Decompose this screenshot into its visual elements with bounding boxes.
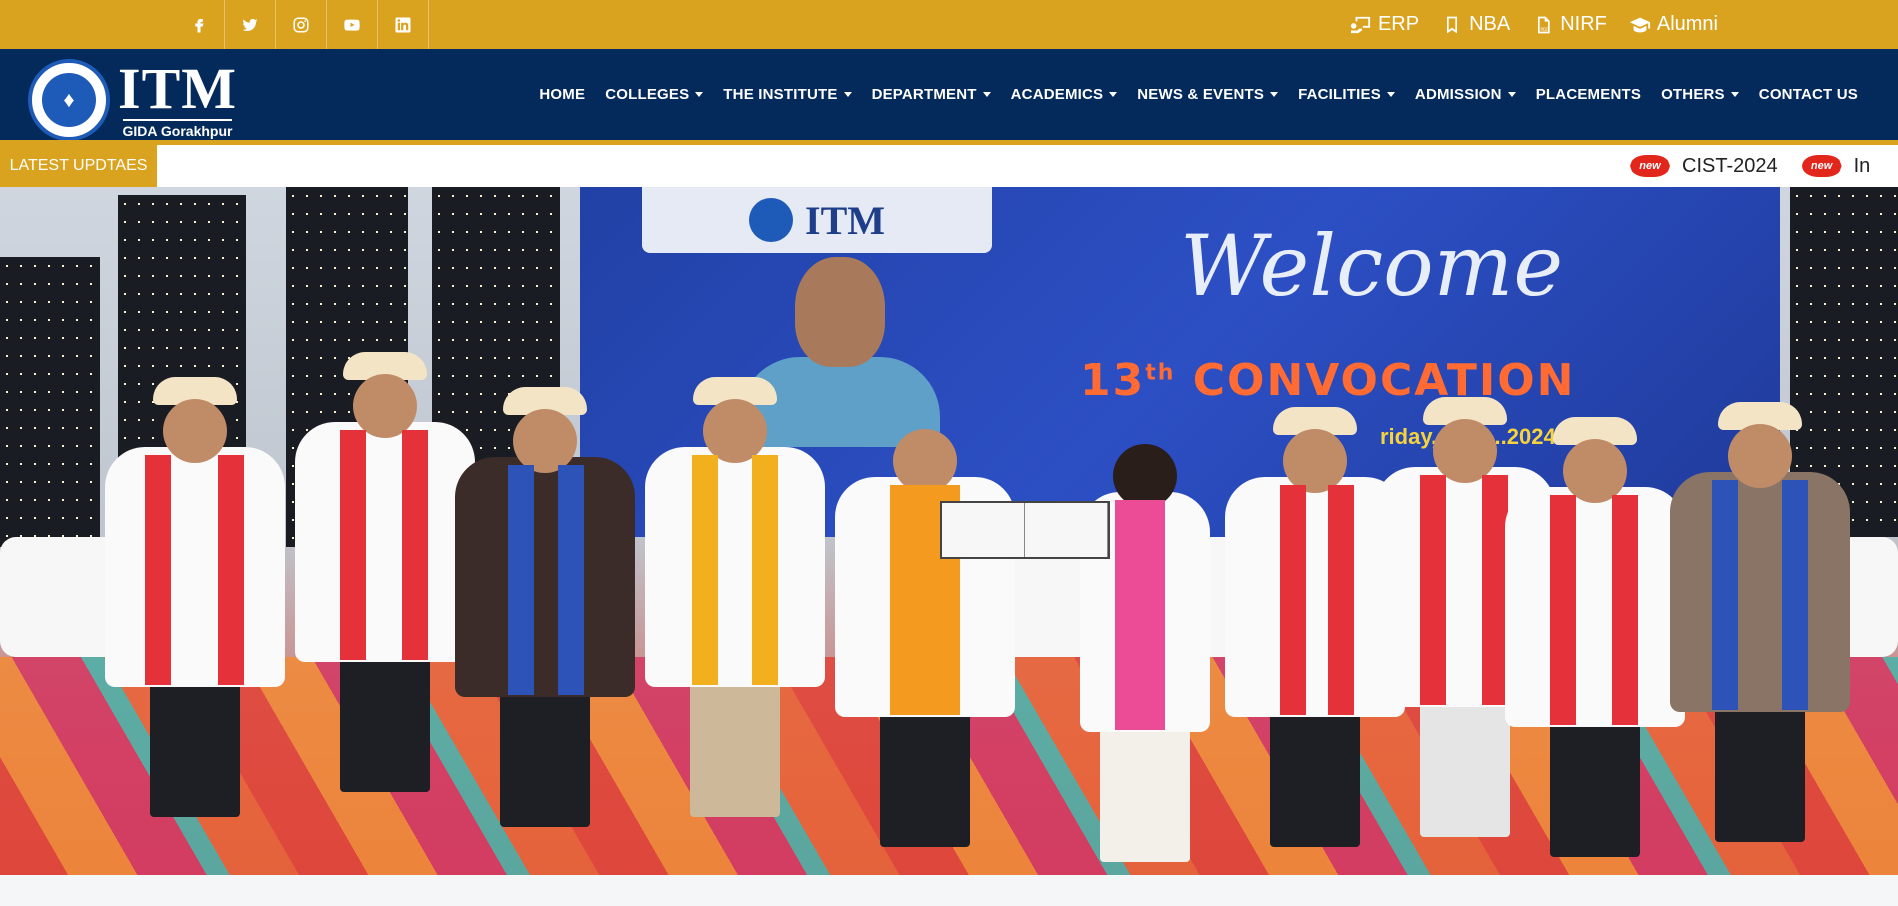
menu-others[interactable]: OTHERS: [1661, 86, 1739, 103]
site-logo[interactable]: ♦ ITM GIDA Gorakhpur: [28, 59, 237, 141]
menu-department[interactable]: DEPARTMENT: [872, 86, 991, 103]
menu-placements[interactable]: PLACEMENTS: [1536, 86, 1641, 103]
nirf-label: NIRF: [1560, 13, 1607, 35]
caret-down-icon: [1507, 92, 1516, 97]
nba-label: NBA: [1469, 13, 1511, 35]
menu-admission-label: ADMISSION: [1414, 86, 1502, 103]
graduate: [1070, 422, 1220, 862]
graduation-cap-icon: [1629, 17, 1650, 32]
dignitary: [450, 387, 640, 827]
caret-down-icon: [1730, 92, 1739, 97]
dignitary: [1660, 402, 1860, 842]
menu-colleges[interactable]: COLLEGES: [605, 86, 704, 103]
menu-department-label: DEPARTMENT: [871, 86, 977, 103]
page-background: [0, 875, 1898, 906]
caret-down-icon: [982, 92, 991, 97]
linkedin-link[interactable]: [378, 0, 429, 49]
social-links: [174, 0, 429, 49]
screen-brand: ITM: [805, 197, 885, 243]
hero-banner: ITM Welcome 13th CONVOCATION riday, ...r…: [0, 187, 1898, 875]
brand-name: ITM: [118, 56, 237, 121]
menu-colleges-label: COLLEGES: [605, 86, 690, 103]
twitter-link[interactable]: [225, 0, 276, 49]
erp-link[interactable]: ERP: [1350, 13, 1419, 36]
menu-academics-label: ACADEMICS: [1010, 86, 1104, 103]
main-navbar: ♦ ITM GIDA Gorakhpur HOME COLLEGES THE I…: [0, 49, 1898, 145]
dignitary: [640, 377, 830, 817]
menu-facilities[interactable]: FACILITIES: [1298, 86, 1395, 103]
primary-menu: HOME COLLEGES THE INSTITUTE DEPARTMENT A…: [539, 49, 1858, 140]
dignitary: [100, 377, 290, 817]
nba-link[interactable]: NBA: [1441, 13, 1510, 36]
dignitary: [830, 407, 1020, 847]
caret-down-icon: [695, 92, 704, 97]
caret-down-icon: [1109, 92, 1118, 97]
menu-home-label: HOME: [539, 86, 586, 103]
top-bar: ERP NBA PDF NIRF Alumni: [0, 0, 1898, 49]
ticker-items: new CIST-2024 new In: [1630, 145, 1870, 187]
ticker-item[interactable]: new In: [1801, 154, 1871, 178]
ticker-item[interactable]: new CIST-2024: [1630, 155, 1778, 178]
menu-academics[interactable]: ACADEMICS: [1011, 86, 1118, 103]
ticker-item-text: CIST-2024: [1682, 154, 1778, 177]
torch-icon: ♦: [63, 87, 75, 112]
new-badge: new: [1630, 155, 1670, 177]
convocation-number: 13: [1080, 355, 1146, 406]
menu-facilities-label: FACILITIES: [1298, 86, 1381, 103]
menu-news-label: NEWS & EVENTS: [1137, 86, 1265, 103]
menu-admission[interactable]: ADMISSION: [1415, 86, 1516, 103]
instagram-icon: [293, 17, 309, 32]
erp-label: ERP: [1377, 13, 1420, 35]
linkedin-icon: [395, 17, 411, 32]
screen-logo: ITM: [642, 187, 992, 253]
ticker-item-text: In: [1853, 154, 1871, 177]
twitter-icon: [242, 18, 258, 31]
menu-others-label: OTHERS: [1661, 86, 1725, 103]
instagram-link[interactable]: [276, 0, 327, 49]
menu-news-events[interactable]: NEWS & EVENTS: [1137, 86, 1279, 103]
menu-institute-label: THE INSTITUTE: [723, 86, 838, 103]
menu-contact-label: CONTACT US: [1758, 86, 1858, 103]
erp-icon: [1350, 16, 1371, 33]
svg-text:PDF: PDF: [1541, 26, 1550, 31]
menu-institute[interactable]: THE INSTITUTE: [723, 86, 852, 103]
menu-contact[interactable]: CONTACT US: [1759, 86, 1858, 103]
facebook-icon: [195, 18, 204, 32]
decor-tower: [0, 257, 100, 547]
welcome-text: Welcome: [1180, 217, 1564, 315]
nirf-link[interactable]: PDF NIRF: [1532, 13, 1607, 36]
youtube-link[interactable]: [327, 0, 378, 49]
caret-down-icon: [1386, 92, 1395, 97]
brand-location: GIDA Gorakhpur: [122, 119, 233, 139]
alumni-label: Alumni: [1656, 13, 1718, 35]
alumni-link[interactable]: Alumni: [1629, 13, 1718, 36]
menu-home[interactable]: HOME: [539, 86, 585, 103]
bookmark-icon: [1447, 16, 1458, 33]
latest-updates-ticker: LATEST UPDTAES new CIST-2024 new In: [0, 145, 1898, 187]
facebook-link[interactable]: [174, 0, 225, 49]
caret-down-icon: [843, 92, 852, 97]
menu-placements-label: PLACEMENTS: [1535, 86, 1642, 103]
logo-emblem: [749, 198, 793, 242]
new-badge: new: [1801, 155, 1842, 177]
convocation-suffix: th: [1145, 360, 1176, 386]
ticker-label: LATEST UPDTAES: [0, 145, 157, 187]
certificate: [940, 501, 1110, 559]
pdf-file-icon: PDF: [1538, 16, 1550, 33]
youtube-icon: [344, 19, 360, 31]
logo-emblem: ♦: [28, 59, 110, 141]
caret-down-icon: [1270, 92, 1279, 97]
quick-links: ERP NBA PDF NIRF Alumni: [1350, 0, 1718, 49]
